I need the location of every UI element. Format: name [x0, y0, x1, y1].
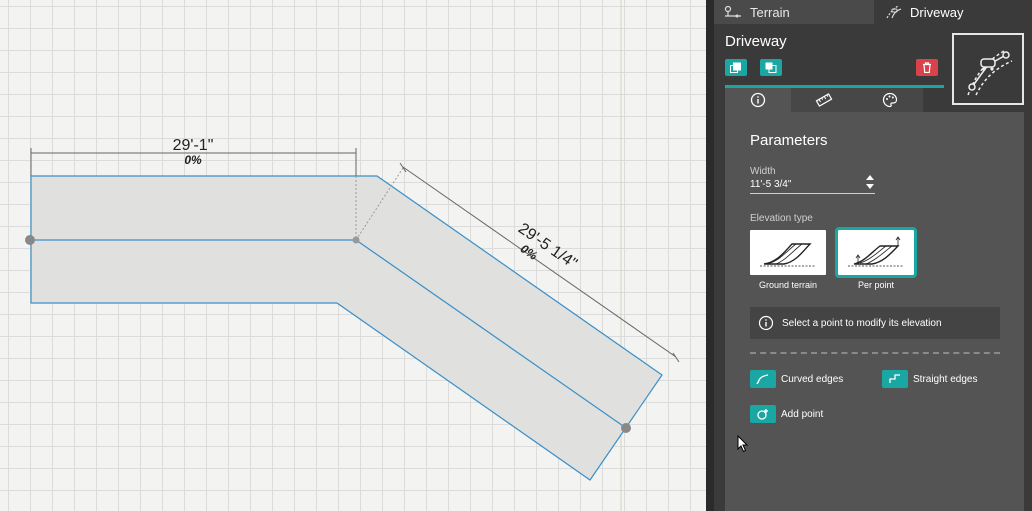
tab-terrain-label: Terrain — [750, 4, 790, 20]
info-message: Select a point to modify its elevation — [750, 307, 1000, 339]
mouse-cursor-icon — [737, 435, 749, 453]
drawing-canvas[interactable]: 29'-1" 0% 29'-5 1/4" 0% — [0, 0, 706, 511]
section-divider — [750, 352, 1000, 354]
width-input-underline — [750, 193, 875, 194]
add-point-button[interactable] — [750, 405, 776, 423]
add-point-label[interactable]: Add point — [781, 409, 823, 420]
delete-button[interactable] — [916, 59, 938, 76]
canvas-svg: 29'-1" 0% 29'-5 1/4" 0% — [25, 0, 680, 511]
ground-terrain-caption: Ground terrain — [758, 280, 818, 290]
driveway-icon — [886, 5, 902, 19]
tab-info[interactable] — [725, 88, 791, 112]
elevation-option-per-point[interactable] — [835, 227, 917, 278]
elevation-type-label: Elevation type — [750, 213, 813, 224]
ruler-icon — [815, 93, 833, 107]
properties-panel: Terrain Driveway Driveway Parameters Wid… — [706, 0, 1032, 511]
send-to-back-icon — [765, 62, 777, 73]
per-point-caption: Per point — [857, 280, 895, 290]
ground-terrain-icon — [760, 242, 816, 266]
sub-tabs — [725, 88, 925, 112]
palette-icon — [882, 92, 898, 108]
curved-edges-icon — [756, 374, 769, 385]
panel-title: Driveway — [725, 33, 787, 50]
width-input[interactable]: 11'-5 3/4" — [750, 179, 791, 190]
straight-edges-button[interactable] — [882, 370, 908, 388]
tab-driveway-label: Driveway — [910, 4, 964, 20]
straight-edges-icon — [889, 374, 900, 383]
send-to-back-button[interactable] — [760, 59, 782, 76]
width-stepper[interactable] — [865, 174, 875, 190]
object-tabs: Terrain Driveway — [714, 0, 1032, 24]
segment1-length-label: 29'-1" — [173, 137, 214, 154]
control-point[interactable] — [352, 236, 360, 244]
elevation-option-ground-terrain[interactable] — [750, 230, 826, 275]
driveway-preview — [952, 33, 1024, 105]
trash-icon — [923, 62, 931, 73]
width-label: Width — [750, 166, 776, 177]
per-point-icon — [848, 235, 904, 266]
info-circle-icon — [758, 315, 774, 331]
curved-edges-button[interactable] — [750, 370, 776, 388]
tab-terrain[interactable]: Terrain — [714, 0, 874, 24]
terrain-icon — [724, 5, 741, 18]
control-point[interactable] — [25, 235, 35, 245]
panel-edge — [706, 0, 714, 511]
panel-content: Parameters Width 11'-5 3/4" Elevation ty… — [725, 112, 1024, 511]
add-point-icon — [757, 409, 768, 420]
info-message-text: Select a point to modify its elevation — [782, 317, 942, 329]
driveway-shape[interactable] — [30, 175, 663, 481]
bring-to-front-button[interactable] — [725, 59, 747, 76]
bring-to-front-icon — [730, 62, 741, 73]
info-icon — [750, 92, 766, 108]
curved-edges-label[interactable]: Curved edges — [781, 374, 843, 385]
tab-driveway[interactable]: Driveway — [874, 0, 1032, 24]
stepper-up-icon[interactable] — [866, 175, 874, 180]
tab-dimensions[interactable] — [791, 88, 857, 112]
segment1-slope-label: 0% — [184, 153, 202, 167]
parameters-title: Parameters — [750, 132, 828, 149]
control-point[interactable] — [621, 423, 631, 433]
driveway-path-icon — [967, 50, 1013, 96]
straight-edges-label[interactable]: Straight edges — [913, 374, 978, 385]
stepper-down-icon[interactable] — [866, 184, 874, 189]
tab-style[interactable] — [857, 88, 923, 112]
